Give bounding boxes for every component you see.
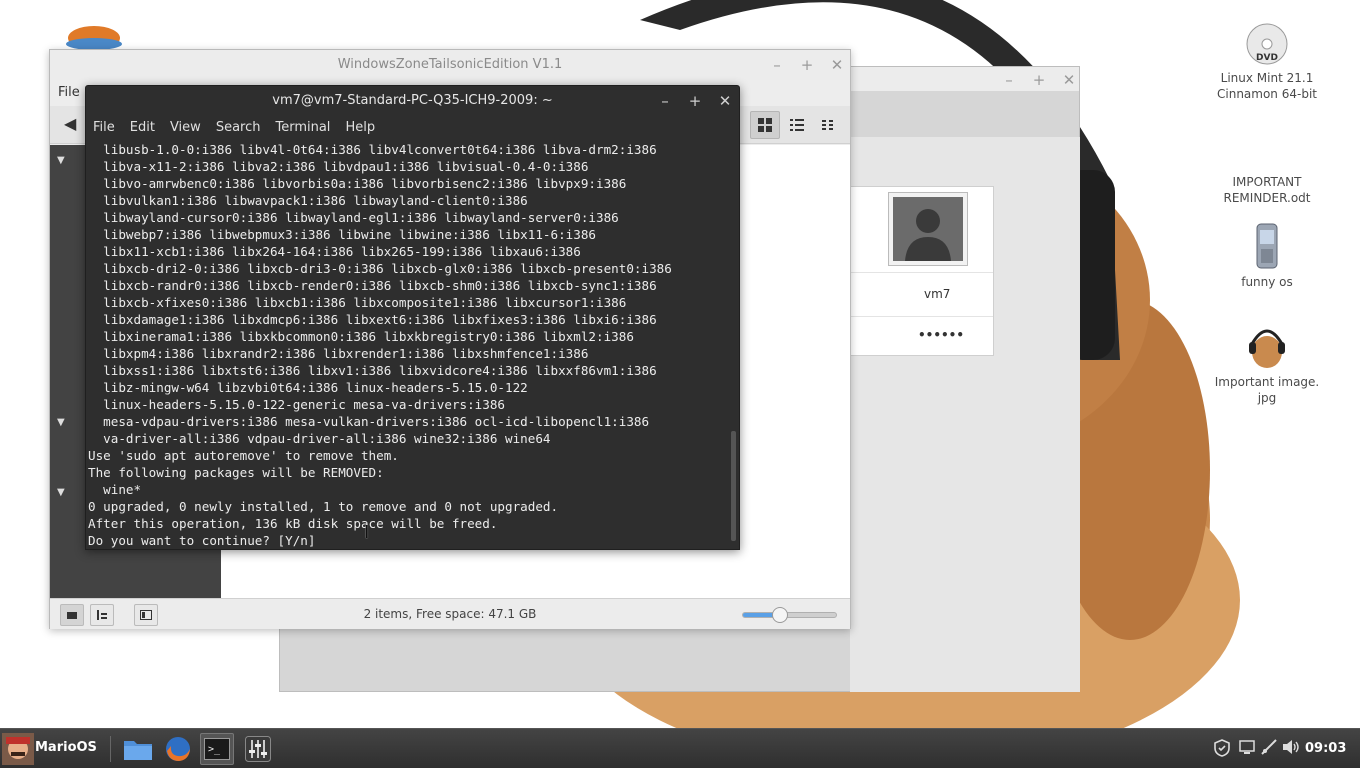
maximize-icon[interactable]: + (1032, 71, 1046, 89)
terminal-scrollbar[interactable] (731, 431, 736, 541)
svg-text:DVD: DVD (1256, 53, 1278, 63)
shield-icon[interactable] (1214, 739, 1230, 761)
terminal-line: libusb-1.0-0:i386 libv4l-0t64:i386 libv4… (88, 142, 657, 157)
terminal-line: libvulkan1:i386 libwavpack1:i386 libwayl… (88, 193, 528, 208)
expand-triangle-icon[interactable]: ▼ (57, 487, 65, 498)
statusbar: 2 items, Free space: 47.1 GB (50, 598, 850, 629)
terminal-line: linux-headers-5.15.0-122-generic mesa-va… (88, 397, 506, 412)
desktop-icon-important-image[interactable]: Important image. jpg (1212, 322, 1322, 406)
close-icon[interactable]: ✕ (718, 92, 732, 110)
window-title: WindowsZoneTailsonicEdition V1.1 (337, 57, 563, 72)
expand-triangle-icon[interactable]: ▼ (57, 417, 65, 428)
terminal-line: mesa-vdpau-drivers:i386 mesa-vulkan-driv… (88, 414, 650, 429)
username-value[interactable]: vm7 (924, 287, 950, 301)
terminal-output[interactable]: libusb-1.0-0:i386 libv4l-0t64:i386 libv4… (86, 141, 731, 549)
minimize-icon[interactable]: – (770, 56, 784, 74)
terminal-window[interactable]: vm7@vm7-Standard-PC-Q35-ICH9-2009: ~ – +… (85, 85, 740, 550)
status-text: 2 items, Free space: 47.1 GB (363, 607, 537, 621)
menu-button[interactable]: MarioOS (0, 729, 102, 768)
terminal-line: 0 upgraded, 0 newly installed, 1 to remo… (88, 499, 559, 514)
dvd-icon: DVD (1246, 23, 1288, 65)
terminal-line: libwayland-cursor0:i386 libwayland-egl1:… (88, 210, 619, 225)
terminal-icon: >_ (204, 738, 230, 760)
terminal-menubar: File Edit View Search Terminal Help (86, 116, 739, 140)
avatar[interactable] (888, 192, 968, 266)
desktop-icon-important-reminder[interactable]: IMPORTANT REMINDER.odt (1212, 174, 1322, 206)
desktop-icon-label: Important image. jpg (1214, 375, 1320, 405)
terminal-line: After this operation, 136 kB disk space … (88, 516, 498, 531)
password-value[interactable]: •••••• (918, 328, 964, 342)
image-icon (1249, 329, 1285, 368)
menu-file[interactable]: File (93, 116, 115, 140)
menu-edit[interactable]: Edit (130, 116, 155, 140)
icon-view-button[interactable] (750, 111, 780, 139)
terminal-line: libva-x11-2:i386 libva2:i386 libvdpau1:i… (88, 159, 589, 174)
terminal-line: Use 'sudo apt autoremove' to remove them… (88, 448, 399, 463)
close-icon[interactable]: ✕ (830, 56, 844, 74)
compact-icon (822, 120, 833, 130)
taskbar-separator (110, 736, 111, 762)
volume-icon[interactable] (1282, 739, 1300, 759)
mixer-icon (245, 736, 271, 762)
menu-terminal[interactable]: Terminal (275, 116, 330, 140)
taskbar: MarioOS >_ 09:03 (0, 728, 1360, 768)
desktop-icon-label: Linux Mint 21.1 Cinnamon 64-bit (1217, 71, 1317, 101)
terminal-line: libxpm4:i386 libxrandr2:i386 libxrender1… (88, 346, 589, 361)
close-icon[interactable]: ✕ (1062, 71, 1076, 89)
menu-help[interactable]: Help (345, 116, 375, 140)
desktop-icon-funny-os[interactable]: funny os (1212, 222, 1322, 290)
phone-icon (1256, 223, 1278, 269)
maximize-icon[interactable]: + (800, 56, 814, 74)
menu-file[interactable]: File (58, 85, 80, 100)
desktop-icon-label: funny os (1241, 275, 1293, 289)
menu-view[interactable]: View (170, 116, 201, 140)
menu-search[interactable]: Search (216, 116, 261, 140)
terminal-line: libxdamage1:i386 libxdmcp6:i386 libxext6… (88, 312, 657, 327)
terminal-line: libx11-xcb1:i386 libx264-164:i386 libx26… (88, 244, 581, 259)
user-card: vm7 •••••• (850, 186, 994, 356)
mario-icon (2, 733, 34, 765)
terminal-line: libxcb-randr0:i386 libxcb-render0:i386 l… (88, 278, 657, 293)
minimize-icon[interactable]: – (658, 92, 672, 110)
terminal-line: libxcb-dri2-0:i386 libxcb-dri3-0:i386 li… (88, 261, 672, 276)
terminal-line: libvo-amrwbenc0:i386 libvorbis0a:i386 li… (88, 176, 627, 191)
taskbar-firefox-button[interactable] (161, 733, 195, 765)
terminal-line: libxcb-xfixes0:i386 libxcb1:i386 libxcom… (88, 295, 627, 310)
menu-label: MarioOS (35, 740, 97, 755)
terminal-line: libz-mingw-w64 libzvbi0t64:i386 linux-he… (88, 380, 528, 395)
back-arrow-icon[interactable]: ◀ (64, 114, 76, 133)
desktop-icon-linux-mint-dvd[interactable]: DVD Linux Mint 21.1 Cinnamon 64-bit (1212, 22, 1322, 102)
desktop-icon-label: IMPORTANT REMINDER.odt (1223, 175, 1311, 205)
desktop-icon-partial[interactable] (64, 20, 124, 50)
window-title: vm7@vm7-Standard-PC-Q35-ICH9-2009: ~ (272, 93, 553, 108)
minimize-icon[interactable]: – (1002, 71, 1016, 89)
zoom-slider[interactable] (742, 607, 837, 623)
terminal-line: libxss1:i386 libxtst6:i386 libxv1:i386 l… (88, 363, 657, 378)
taskbar-terminal-button[interactable]: >_ (200, 733, 234, 765)
expand-triangle-icon[interactable]: ▼ (57, 155, 65, 166)
list-view-button[interactable] (782, 111, 812, 139)
terminal-line: The following packages will be REMOVED: (88, 465, 384, 480)
list-icon (790, 119, 804, 131)
terminal-line: libxinerama1:i386 libxkbcommon0:i386 lib… (88, 329, 634, 344)
compact-view-button[interactable] (813, 111, 843, 139)
terminal-line: Do you want to continue? [Y/n] (88, 533, 324, 548)
network-icon[interactable] (1261, 739, 1277, 759)
firefox-icon (166, 737, 190, 761)
window-titlebar[interactable]: WindowsZoneTailsonicEdition V1.1 (50, 50, 850, 80)
clock[interactable]: 09:03 (1305, 741, 1346, 756)
maximize-icon[interactable]: + (688, 92, 702, 110)
grid-icon (758, 118, 772, 132)
taskbar-mixer-button[interactable] (241, 733, 275, 765)
svg-text:>_: >_ (208, 744, 221, 755)
terminal-line: va-driver-all:i386 vdpau-driver-all:i386… (88, 431, 551, 446)
files-icon (124, 741, 152, 760)
taskbar-files-button[interactable] (121, 733, 155, 765)
user-silhouette-icon (893, 197, 963, 261)
terminal-line: libwebp7:i386 libwebpmux3:i386 libwine l… (88, 227, 596, 242)
terminal-line: wine* (88, 482, 142, 497)
food-icon (66, 26, 122, 50)
text-cursor-icon: I (364, 522, 370, 543)
display-icon[interactable] (1239, 739, 1255, 759)
